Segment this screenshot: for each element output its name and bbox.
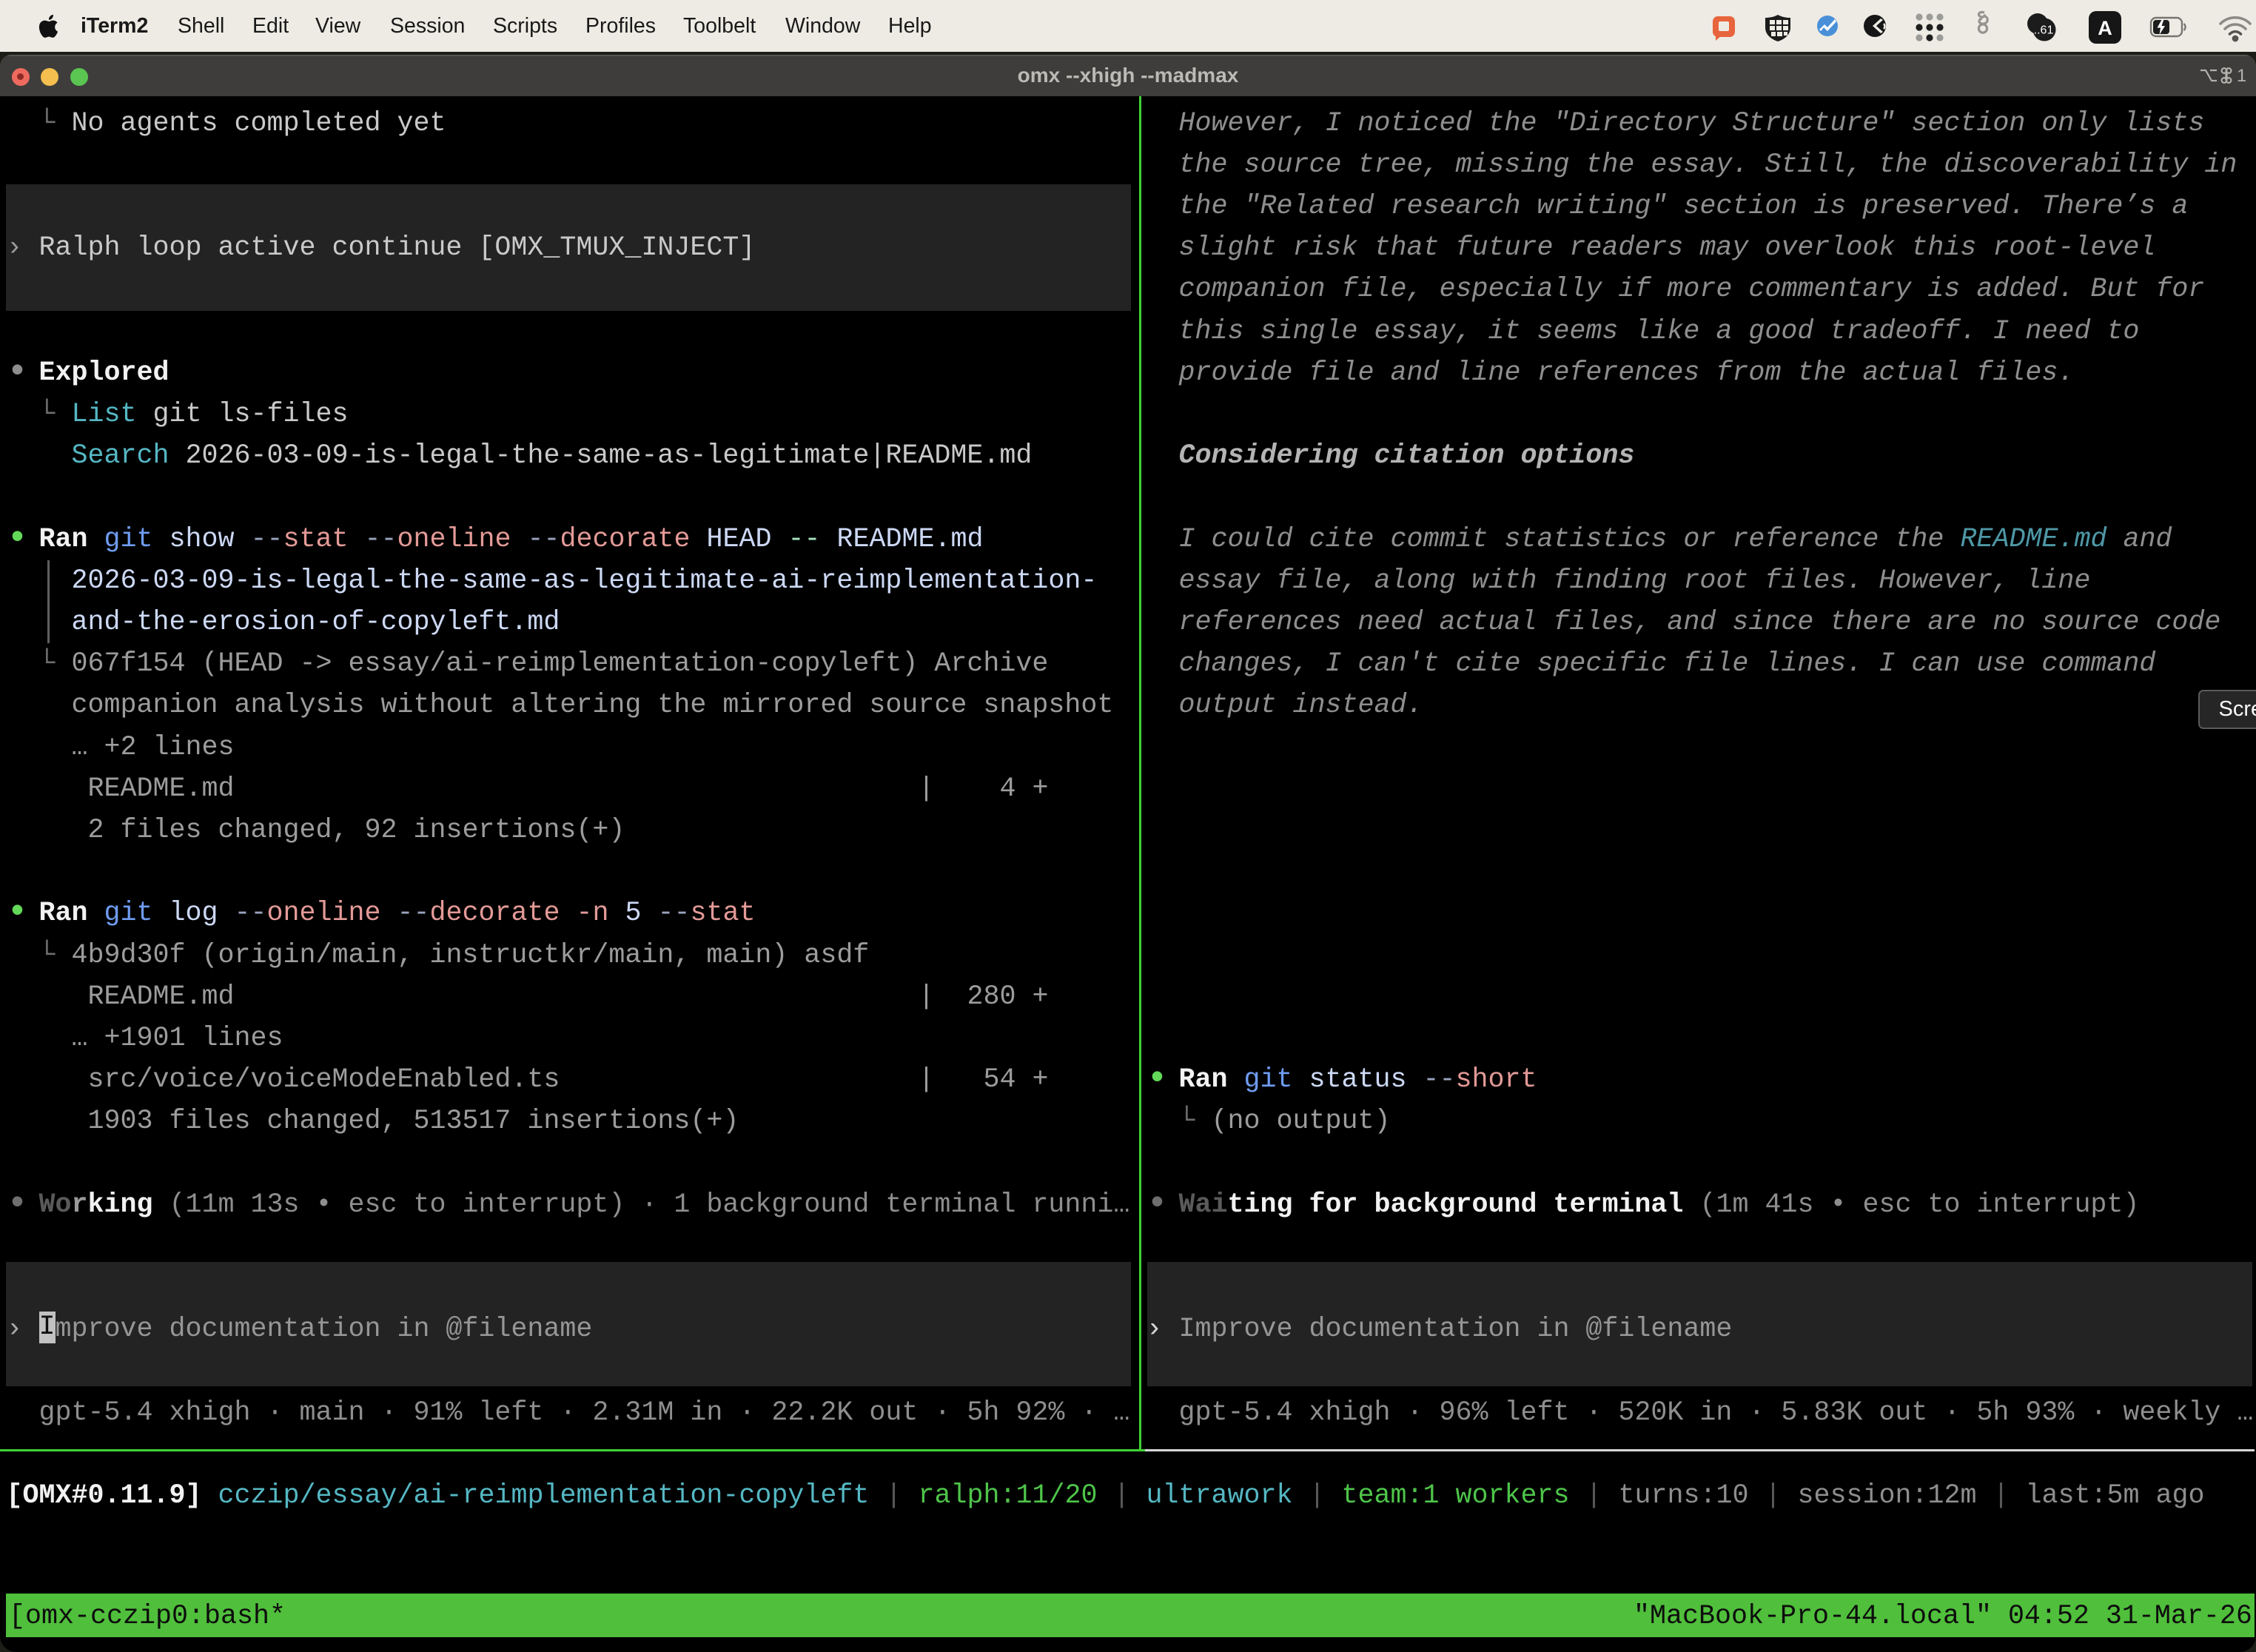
svg-text:..61: ..61 — [2034, 24, 2054, 37]
svg-text:1: 1 — [2237, 66, 2246, 86]
svg-text:A: A — [2098, 17, 2112, 39]
